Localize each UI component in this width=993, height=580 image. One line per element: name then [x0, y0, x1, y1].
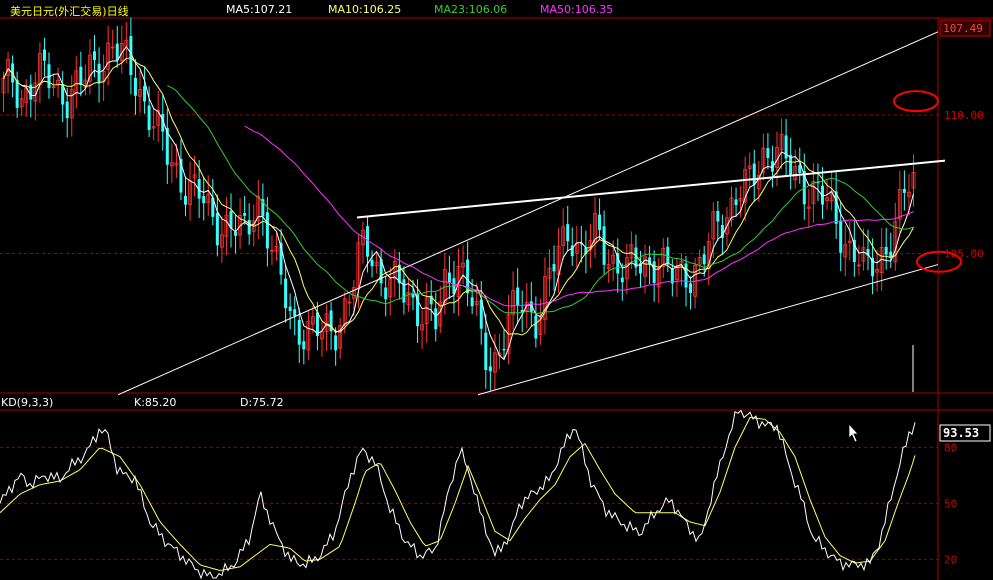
y-tick-110: 110.00 [944, 109, 984, 122]
candle-body [247, 219, 251, 235]
candle-body [288, 306, 292, 311]
trendline-2 [477, 264, 939, 396]
candle-body [115, 43, 119, 61]
kd-tick-20: 20 [944, 553, 957, 566]
mouse-cursor-icon [848, 423, 859, 443]
candle-body [65, 101, 69, 119]
candle-body [79, 66, 83, 86]
candle-body [652, 261, 656, 283]
kd-tick-80: 80 [944, 441, 957, 454]
candle-body [484, 332, 488, 371]
candle-body [670, 268, 674, 284]
candle-body [734, 199, 738, 206]
price-chart[interactable]: 107.49 110.00 105.00 93.53 80 50 20 [0, 0, 993, 580]
candle-body [370, 260, 374, 267]
kd-tick-50: 50 [944, 497, 957, 510]
candle-body [766, 148, 770, 159]
candle-body [42, 49, 46, 61]
candle-body [402, 279, 406, 303]
candle-body [384, 287, 388, 300]
trendline-1 [117, 31, 939, 396]
candle-body [702, 254, 706, 265]
candle-body [502, 348, 506, 351]
candle-body [265, 212, 269, 249]
candle-body [684, 263, 688, 288]
candle-body [147, 105, 151, 130]
k-line [0, 409, 916, 580]
current-price-label: 107.49 [943, 22, 983, 35]
y-tick-105: 105.00 [944, 247, 984, 260]
candle-body [293, 309, 297, 316]
candle-body [297, 319, 301, 345]
candle-body [470, 297, 474, 307]
d-line [0, 416, 916, 571]
candle-body [97, 63, 101, 84]
candle-body [284, 278, 288, 309]
candle-body [202, 196, 206, 204]
candle-body [598, 214, 602, 231]
candle-body [243, 212, 247, 216]
candle-body [716, 210, 720, 222]
candle-body [143, 86, 147, 102]
candle-body [434, 308, 438, 330]
candle-body [839, 220, 843, 253]
candle-body [302, 341, 306, 350]
candle-body [93, 51, 96, 60]
candle-body [215, 212, 219, 246]
candle-body [15, 80, 19, 108]
candle-body [488, 366, 492, 372]
price-gridlines [0, 114, 938, 254]
candle-body [752, 163, 756, 185]
candle-body [447, 272, 451, 283]
candle-body [29, 84, 33, 100]
candle-body [884, 246, 888, 255]
kd-lines [0, 409, 916, 580]
candle-body [689, 283, 693, 294]
trendline-3 [356, 159, 946, 219]
candle-body [184, 195, 187, 205]
candle-body [602, 226, 606, 265]
candle-body [516, 287, 520, 306]
candle-body [620, 277, 624, 283]
candle-body [552, 264, 556, 272]
kd-current-label: 93.53 [943, 426, 979, 440]
candle-body [566, 224, 570, 242]
highlight-ellipse [893, 90, 939, 113]
candle-body [133, 77, 137, 96]
candlesticks [1, 17, 916, 391]
candle-body [534, 315, 538, 339]
candle-body [334, 335, 338, 351]
candle-body [411, 293, 415, 298]
candle-body [902, 188, 906, 193]
